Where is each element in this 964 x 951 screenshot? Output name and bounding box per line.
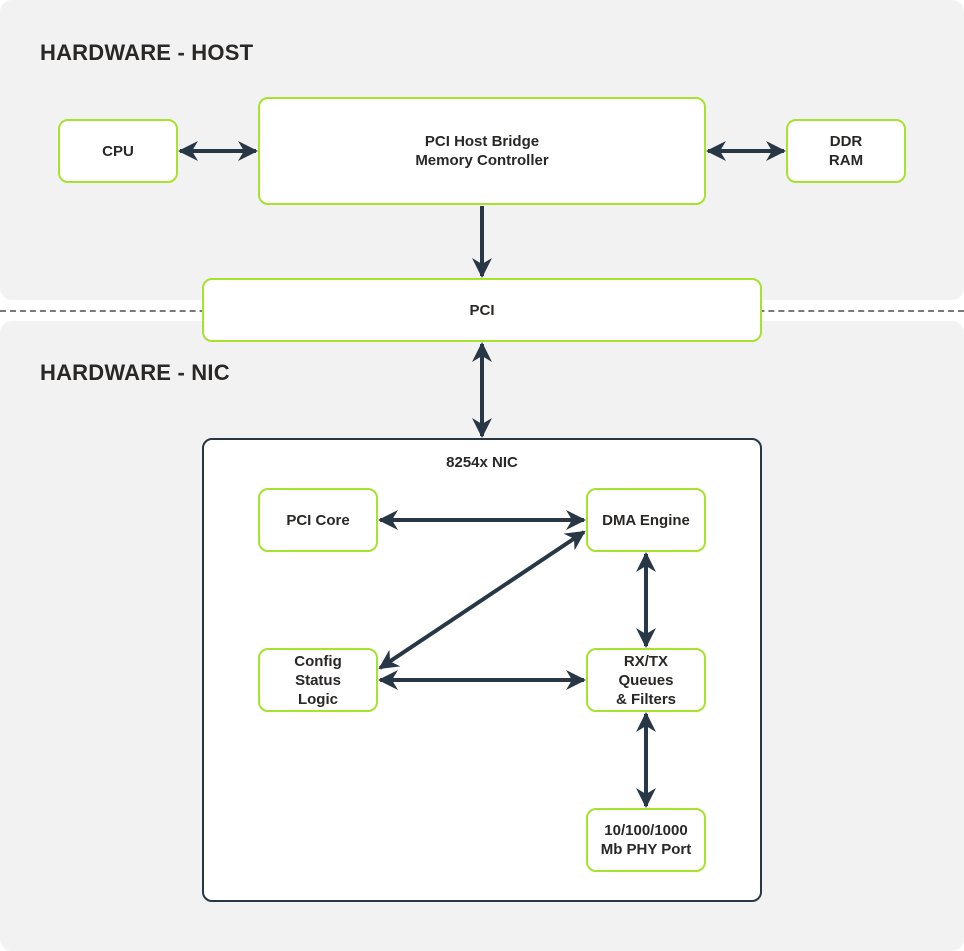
phy-port-node[interactable]: 10/100/1000 Mb PHY Port xyxy=(586,808,706,872)
host-section-title: HARDWARE - HOST xyxy=(40,40,254,65)
pci-core-node[interactable]: PCI Core xyxy=(258,488,378,552)
nic-section-title: HARDWARE - NIC xyxy=(40,360,230,385)
config-status-logic-node[interactable]: Config Status Logic xyxy=(258,648,378,712)
dma-engine-node[interactable]: DMA Engine xyxy=(586,488,706,552)
pci-host-bridge-node[interactable]: PCI Host Bridge Memory Controller xyxy=(258,97,706,205)
rx-tx-queues-node[interactable]: RX/TX Queues & Filters xyxy=(586,648,706,712)
pci-bus-node[interactable]: PCI xyxy=(202,278,762,342)
ddr-ram-node[interactable]: DDR RAM xyxy=(786,119,906,183)
nic-container-title: 8254x NIC xyxy=(446,454,518,471)
cpu-node[interactable]: CPU xyxy=(58,119,178,183)
